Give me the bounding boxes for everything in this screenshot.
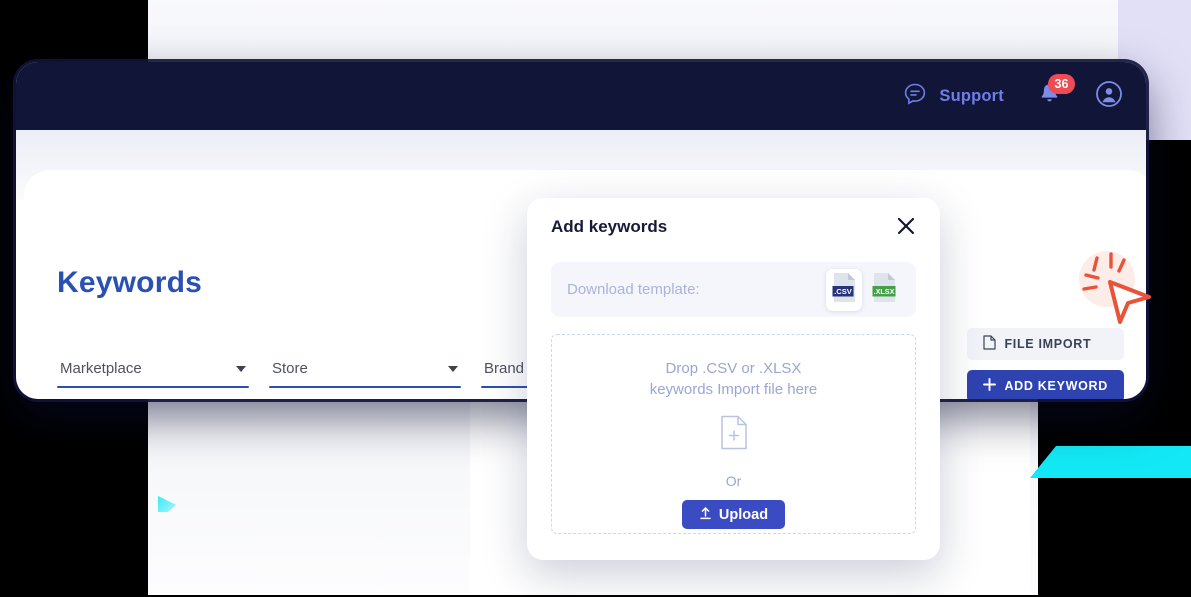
download-xlsx-button[interactable]: .XLSX xyxy=(866,269,902,311)
modal-header: Add keywords xyxy=(527,198,940,260)
document-icon xyxy=(983,335,997,353)
file-dropzone[interactable]: Drop .CSV or .XLSX keywords Import file … xyxy=(551,334,916,534)
chevron-down-icon xyxy=(236,365,246,372)
dropzone-line-1: Drop .CSV or .XLSX xyxy=(665,360,802,377)
dropzone-or-label: Or xyxy=(725,473,742,489)
chevron-down-icon xyxy=(448,365,458,372)
file-import-label: FILE IMPORT xyxy=(1004,337,1092,351)
filter-underline xyxy=(269,386,461,388)
account-avatar-button[interactable] xyxy=(1094,80,1124,113)
filter-underline xyxy=(57,386,249,388)
decor-cyan-arrow xyxy=(1030,446,1191,478)
template-format-icons: .CSV .XLSX xyxy=(826,268,902,311)
user-avatar-icon xyxy=(1095,80,1123,113)
csv-file-icon: .CSV xyxy=(832,272,857,308)
filter-marketplace[interactable]: Marketplace xyxy=(57,360,249,388)
filter-store-label: Store xyxy=(272,360,308,377)
chat-bubble-icon xyxy=(902,81,928,112)
upload-icon xyxy=(699,506,712,524)
click-ripple xyxy=(1079,251,1135,307)
support-label: Support xyxy=(939,86,1004,105)
file-plus-icon xyxy=(720,415,748,455)
notification-badge: 36 xyxy=(1048,74,1075,94)
dropzone-line-2: keywords Import file here xyxy=(649,381,818,398)
top-navbar: Support 36 xyxy=(16,62,1146,130)
upload-label: Upload xyxy=(718,506,769,523)
modal-title: Add keywords xyxy=(551,217,668,236)
xlsx-file-icon: .XLSX xyxy=(872,272,897,308)
support-button[interactable]: Support xyxy=(902,81,1004,112)
filter-store[interactable]: Store xyxy=(269,360,461,388)
upload-button[interactable]: Upload xyxy=(681,500,786,529)
add-keyword-label: ADD KEYWORD xyxy=(1004,379,1108,393)
svg-text:.CSV: .CSV xyxy=(834,286,853,295)
navbar-right-group: Support 36 xyxy=(902,62,1124,130)
download-csv-button[interactable]: .CSV xyxy=(826,268,862,311)
screen-root: Support 36 Keywords Marketplace Store Br… xyxy=(0,0,1191,597)
page-actions: FILE IMPORT ADD KEYWORD xyxy=(967,328,1124,399)
add-keyword-button[interactable]: ADD KEYWORD xyxy=(967,370,1124,399)
add-keywords-modal: Add keywords Download template: .CSV .XL… xyxy=(527,198,940,560)
notifications-button[interactable]: 36 xyxy=(1034,74,1075,111)
close-icon xyxy=(897,217,915,240)
page-title: Keywords xyxy=(57,266,202,299)
close-button[interactable] xyxy=(893,215,919,241)
file-import-button[interactable]: FILE IMPORT xyxy=(967,328,1124,360)
filter-brand-label: Brand xyxy=(484,360,525,377)
svg-text:.XLSX: .XLSX xyxy=(873,286,894,295)
download-template-row: Download template: .CSV .XLSX xyxy=(551,262,916,317)
plus-icon xyxy=(983,378,997,394)
filter-marketplace-label: Marketplace xyxy=(60,360,142,377)
download-template-label: Download template: xyxy=(567,281,700,298)
